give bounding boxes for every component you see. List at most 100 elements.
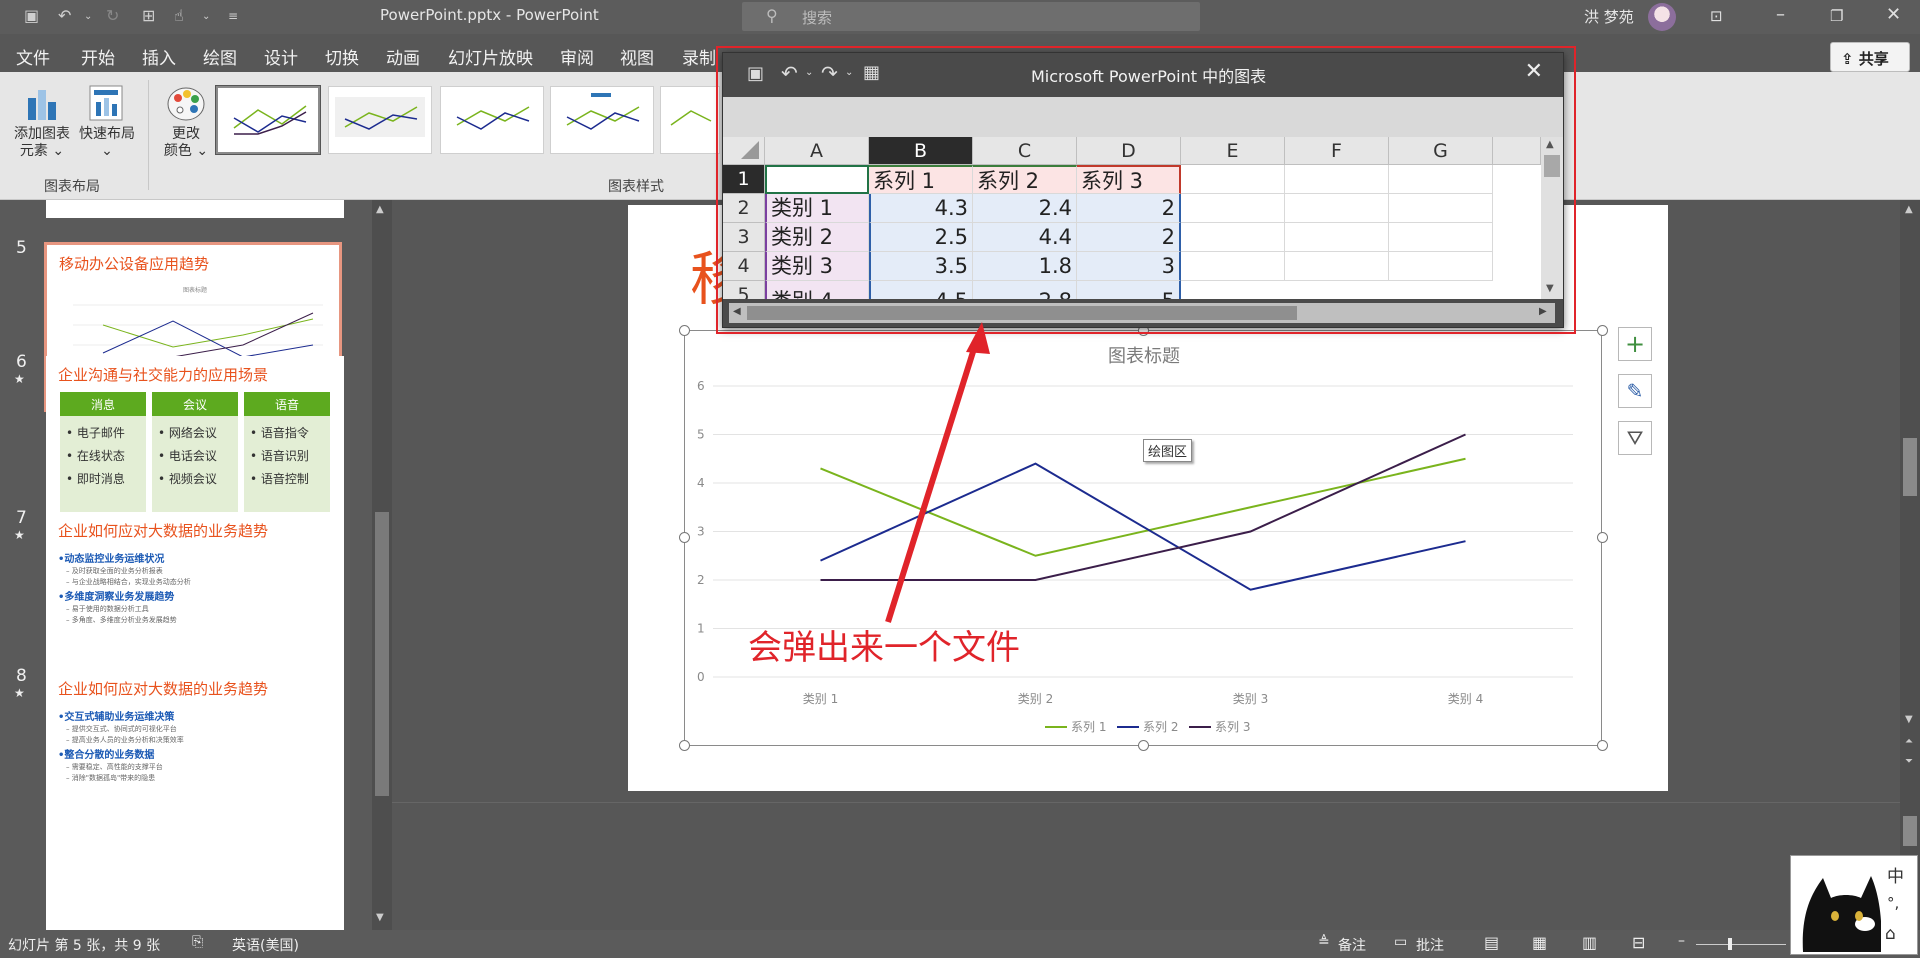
ime-toolbar[interactable]: 中 °, ⌂ [1790,855,1918,955]
document-title: PowerPoint.pptx - PowerPoint [380,6,599,24]
palette-icon[interactable] [166,84,206,124]
resize-handle[interactable] [679,532,690,543]
ribbon-display-icon[interactable]: ⊡ [1710,7,1723,25]
category-head: 语音 [244,392,330,416]
resize-handle[interactable] [1597,532,1608,543]
share-button[interactable]: ⇪ 共享 [1830,42,1910,72]
star-icon: ★ [14,528,25,542]
slide-panel-scrollbar[interactable]: ▲ ▼ [372,200,392,930]
zoom-out-icon[interactable]: – [1678,933,1685,949]
y-tick-label: 0 [697,670,705,684]
touch-mode-icon[interactable]: ☝ [174,6,184,25]
reading-view-icon[interactable]: ▥ [1582,933,1597,952]
save-icon[interactable]: ▣ [24,6,39,25]
slide-8-title: 企业如何应对大数据的业务趋势 [58,680,269,698]
chart-filter-icon[interactable]: ⛛ [1618,421,1652,455]
scrollbar-thumb[interactable] [1903,438,1917,496]
resize-handle[interactable] [679,325,690,336]
scroll-up-icon[interactable]: ▲ [376,204,384,215]
quick-layout-label[interactable]: 快速布局 ⌄ [74,126,140,160]
chart-style-4[interactable] [550,86,654,154]
touch-dropdown-icon[interactable]: ⌄ [202,11,210,22]
slide-thumbnail-panel: 5 移动办公设备应用趋势 图表标题 6 ★ 企业沟通与社交能力的应用场景 消息 … [0,200,372,930]
customize-qat-icon[interactable]: ≡ [228,9,238,23]
slideshow-view-icon[interactable]: ⊟ [1632,933,1645,952]
scroll-down-icon[interactable]: ▼ [376,912,384,923]
menu-review[interactable]: 审阅 [560,44,594,69]
undo-dropdown-icon[interactable]: ⌄ [84,11,92,22]
slide-8-thumbnail[interactable]: 企业如何应对大数据的业务趋势 •交互式辅助业务运维决策 – 提供交互式、协同式的… [46,670,344,930]
bullet: •交互式辅助业务运维决策 [58,712,175,723]
slide-6-thumbnail[interactable]: 企业沟通与社交能力的应用场景 消息 • 电子邮件 • 在线状态 • 即时消息 会议 … [46,356,344,526]
menu-insert[interactable]: 插入 [142,44,176,69]
chart-style-1[interactable] [215,85,321,155]
add-chart-element-label[interactable]: 添加图表 元素 ⌄ [8,126,76,160]
normal-view-icon[interactable]: ▤ [1484,933,1499,952]
menu-home[interactable]: 开始 [81,44,115,69]
search-box[interactable]: ⚲ 搜索 [742,2,1200,31]
menu-transitions[interactable]: 切换 [325,44,359,69]
ime-language-toggle[interactable]: 中 [1887,862,1904,887]
chart-elements-plus-icon[interactable]: + [1618,327,1652,361]
undo-icon[interactable]: ↶ [58,6,71,25]
y-tick-label: 6 [697,379,705,393]
chart-style-2[interactable] [328,86,432,154]
resize-handle[interactable] [1597,740,1608,751]
scrollbar-thumb[interactable] [1903,816,1917,846]
resize-handle[interactable] [1597,325,1608,336]
category-head: 消息 [60,392,146,416]
line-chart[interactable]: 图表标题 0 1 2 3 4 5 6 类别 1 类别 2 类别 3 类别 4 系列 1 系列 2 系列 3 [685,331,1603,747]
zoom-slider-thumb[interactable] [1728,938,1732,950]
quick-layout-icon[interactable] [88,84,124,122]
scrollbar-thumb[interactable] [375,512,389,796]
menu-view[interactable]: 视图 [620,44,654,69]
status-bar: 幻灯片 第 5 张，共 9 张 ⎘ 英语(美国) ≜ 备注 ▭ 批注 ▤ ▦ ▥… [0,930,1920,958]
notes-icon[interactable]: ≜ [1318,934,1330,950]
minimize-icon[interactable]: – [1776,4,1785,25]
x-tick-label: 类别 4 [1448,692,1483,706]
user-name[interactable]: 洪 梦苑 [1584,6,1634,27]
redo-icon[interactable]: ↻ [106,6,119,25]
ime-punctuation-toggle[interactable]: °, [1887,894,1899,912]
menu-file[interactable]: 文件 [16,44,50,69]
comments-icon[interactable]: ▭ [1394,934,1407,950]
accessibility-icon[interactable]: ⎘ [192,934,203,950]
zoom-slider[interactable] [1696,944,1786,945]
slide-number: 6 [16,352,27,372]
chart-styles-brush-icon[interactable]: ✎ [1618,374,1652,408]
scroll-down-icon[interactable]: ▼ [1905,714,1913,725]
prev-slide-icon[interactable]: ⏶ [1905,736,1913,747]
close-window-icon[interactable]: ✕ [1886,4,1901,25]
change-colors-label[interactable]: 更改 颜色 ⌄ [154,126,218,160]
chart-style-5[interactable] [660,86,720,154]
start-from-beginning-icon[interactable]: ⊞ [142,6,155,25]
slide-7-thumbnail[interactable]: 企业如何应对大数据的业务趋势 •动态监控业务运维状况 – 及时获取全面的业务分析… [46,512,344,682]
resize-handle[interactable] [679,740,690,751]
menu-animations[interactable]: 动画 [386,44,420,69]
category-head: 会议 [152,392,238,416]
slide-sorter-icon[interactable]: ▦ [1532,933,1547,952]
add-chart-element-icon[interactable] [24,84,60,122]
menu-record[interactable]: 录制 [682,44,716,69]
sub-bullet: – 与企业战略相结合，实现业务动态分析 [66,578,191,586]
next-slide-icon[interactable]: ⏷ [1905,756,1913,767]
category-item: • 电子邮件 [66,426,125,440]
scroll-up-icon[interactable]: ▲ [1905,204,1913,215]
resize-handle[interactable] [1138,740,1149,751]
slide-6-category: 消息 • 电子邮件 • 在线状态 • 即时消息 [60,392,146,520]
slide-4-thumbnail-partial[interactable] [46,200,344,218]
menu-design[interactable]: 设计 [264,44,298,69]
chart-style-3[interactable] [440,86,544,154]
menu-slideshow[interactable]: 幻灯片放映 [448,44,533,69]
category-item: • 网络会议 [158,426,217,440]
restore-icon[interactable]: ❐ [1830,7,1843,25]
avatar[interactable] [1648,3,1676,31]
comments-button[interactable]: 批注 [1416,935,1444,955]
chart-frame[interactable]: 图表标题 0 1 2 3 4 5 6 类别 1 类别 2 类别 3 类别 4 系列 1 系列 2 系列 3 … [684,330,1602,746]
language-status[interactable]: 英语(美国) [232,935,299,955]
menu-draw[interactable]: 绘图 [203,44,237,69]
y-tick-label: 2 [697,573,705,587]
notes-button[interactable]: 备注 [1338,935,1366,955]
ime-toolbox-icon[interactable]: ⌂ [1885,924,1896,944]
canvas-scrollbar[interactable]: ▲ ▼ ⏶ ⏷ [1900,200,1920,930]
